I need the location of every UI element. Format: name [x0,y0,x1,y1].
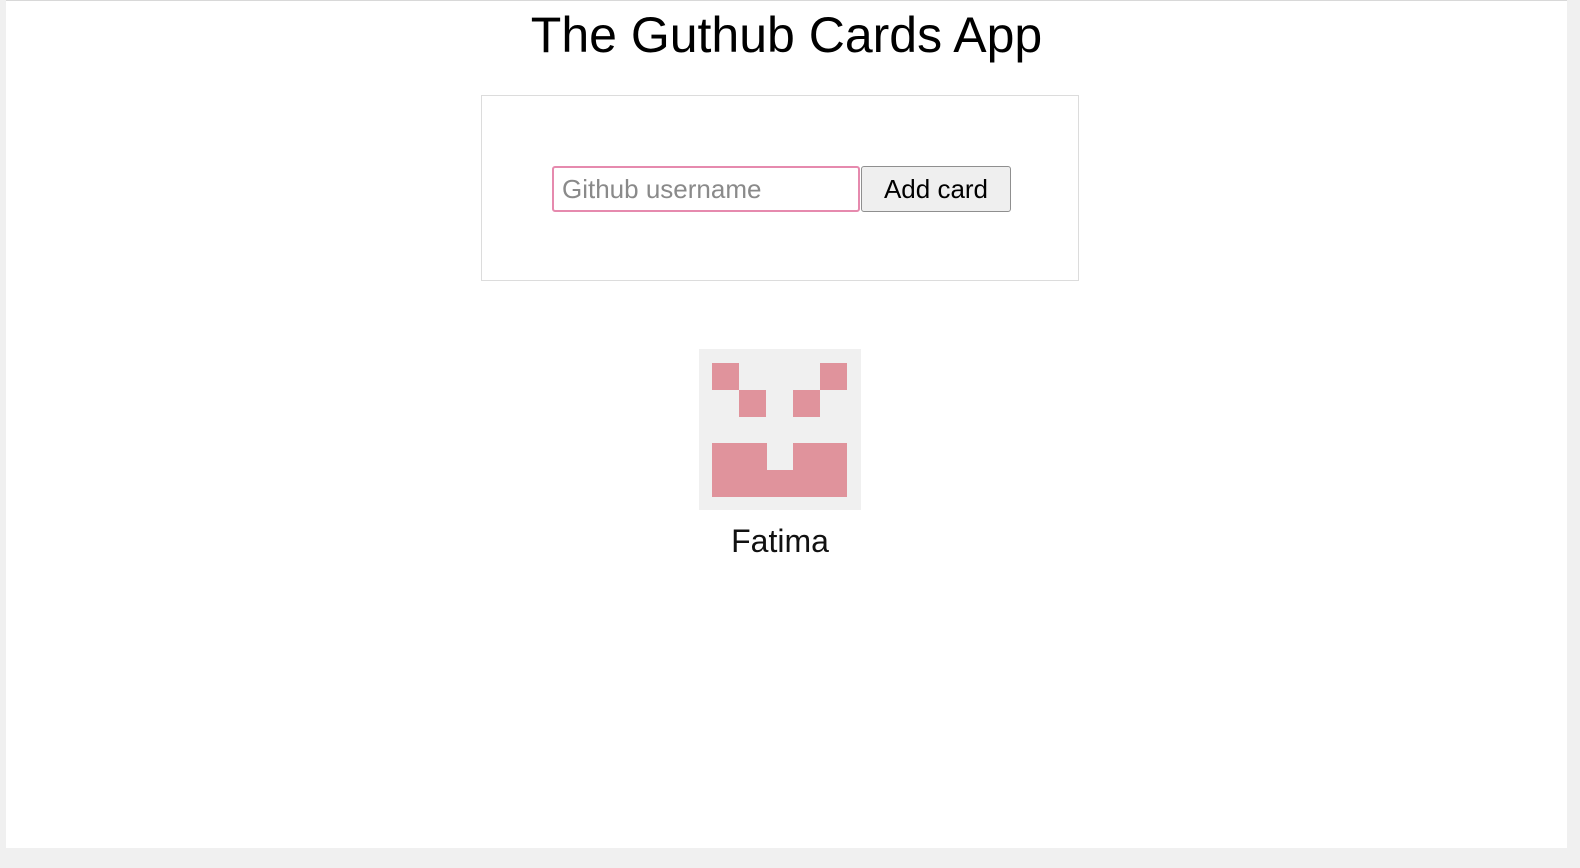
add-card-button[interactable]: Add card [861,166,1011,212]
card-username: Fatima [731,523,829,559]
add-card-form: Add card [481,95,1079,281]
page-title: The Guthub Cards App [530,7,1043,63]
github-username-input[interactable] [552,166,860,212]
page: The Guthub Cards App Add card Fatima [6,0,1567,848]
github-card: Fatima [699,349,861,560]
identicon-avatar-icon [699,349,861,510]
